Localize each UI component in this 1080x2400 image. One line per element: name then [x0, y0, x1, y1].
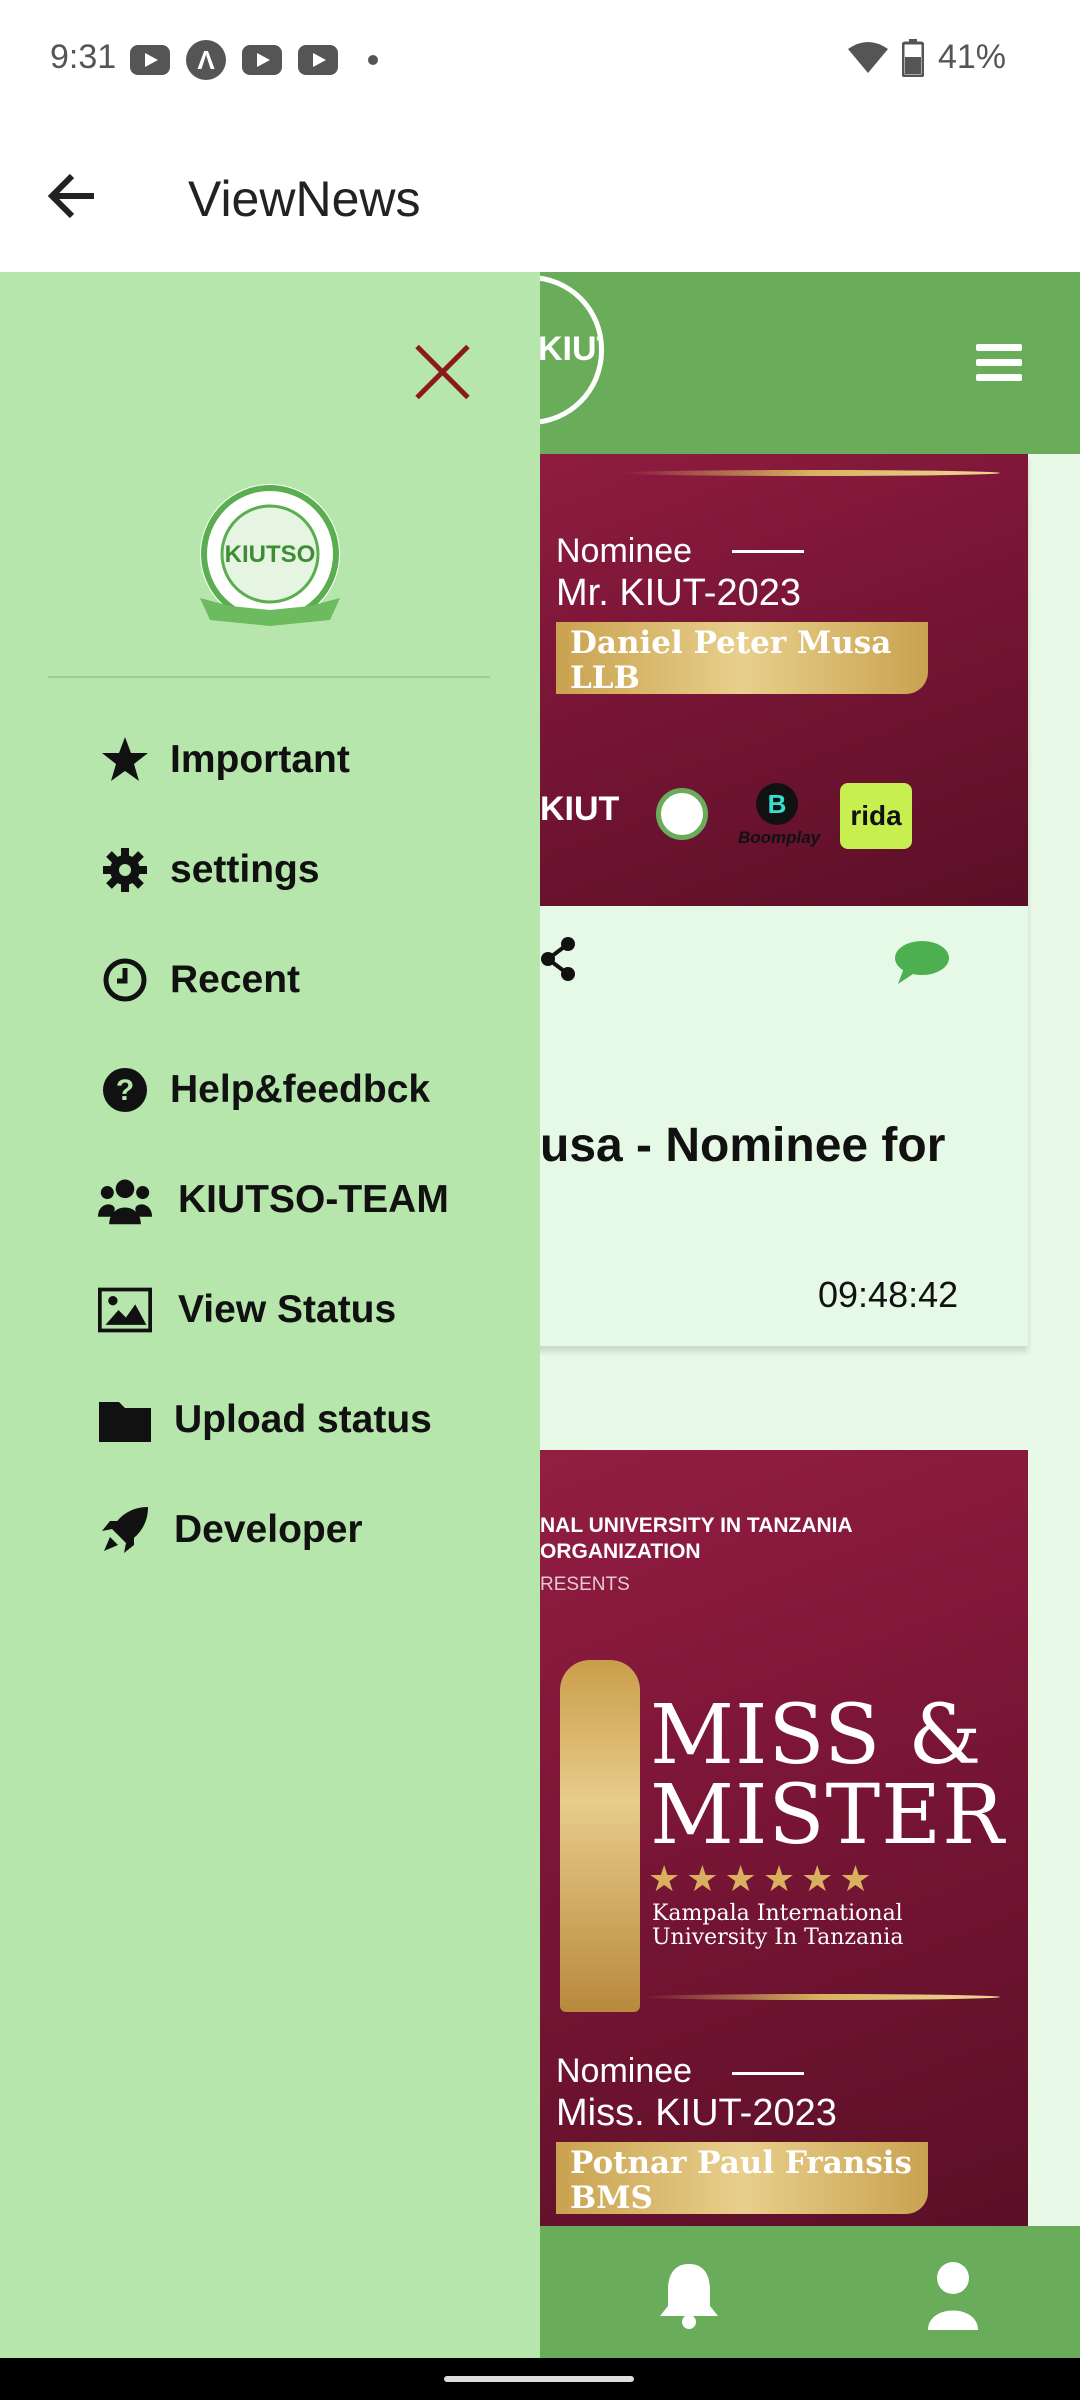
- news-headline[interactable]: usa - Nominee for: [540, 1118, 945, 1173]
- poster-stars: ★★★★★★: [648, 1858, 878, 1899]
- sponsor-rida: rida: [840, 783, 912, 849]
- battery-percent: 41%: [937, 38, 1006, 76]
- poster-org-line: NAL UNIVERSITY IN TANZANIA: [540, 1514, 853, 1537]
- boomplay-logo-icon: B: [756, 783, 798, 825]
- drawer-item-developer[interactable]: Developer: [98, 1500, 363, 1560]
- close-icon[interactable]: [412, 342, 472, 402]
- battery-icon: [901, 38, 924, 77]
- status-bar: 9:31 Λ 41%: [0, 0, 1080, 120]
- comment-icon[interactable]: [894, 940, 950, 986]
- drawer-item-team[interactable]: KIUTSO-TEAM: [98, 1170, 449, 1230]
- help-icon: ?: [98, 1063, 152, 1117]
- poster-nominee: Nominee: [556, 532, 693, 570]
- svg-text:?: ?: [116, 1074, 134, 1107]
- poster-presents: RESENTS: [540, 1574, 630, 1595]
- gear-icon: [98, 843, 152, 897]
- drawer-item-label: settings: [170, 848, 320, 891]
- sponsor-kiutso-badge: [656, 788, 708, 840]
- wifi-icon: [847, 41, 888, 73]
- folder-icon: [98, 1393, 152, 1447]
- android-auto-icon: Λ: [186, 40, 226, 80]
- poster-title: Mr. KIUT-2023: [556, 572, 801, 614]
- drawer-item-label: View Status: [178, 1288, 397, 1331]
- drawer-item-important[interactable]: Important: [98, 730, 350, 790]
- drawer-item-label: Upload status: [174, 1398, 432, 1441]
- youtube-icon: [242, 45, 282, 75]
- clock-icon: [98, 953, 152, 1007]
- news-time: 09:48:42: [818, 1274, 959, 1315]
- sponsor-kiut: KIUT: [540, 790, 620, 828]
- home-handle[interactable]: [444, 2376, 634, 2382]
- drawer-item-settings[interactable]: settings: [98, 840, 320, 900]
- image-icon: [98, 1283, 152, 1337]
- share-icon[interactable]: [540, 936, 576, 982]
- dot-icon: [368, 55, 378, 65]
- kiutso-logo: KIUTSO: [200, 484, 340, 626]
- youtube-icon: [298, 45, 338, 75]
- drawer-item-help[interactable]: ? Help&feedbck: [98, 1060, 430, 1120]
- arrow-left-icon[interactable]: [44, 168, 104, 224]
- person-icon[interactable]: [926, 2260, 980, 2330]
- sponsor-boomplay: Boomplay: [738, 828, 821, 847]
- poster-nominee: Nominee: [556, 2052, 693, 2090]
- drawer-item-label: Developer: [174, 1508, 363, 1551]
- svg-text:KIUTSO: KIUTSO: [225, 541, 316, 568]
- star-icon: [98, 733, 152, 787]
- bell-icon[interactable]: [656, 2260, 722, 2330]
- status-time: 9:31: [50, 38, 117, 76]
- youtube-icon: [130, 45, 170, 75]
- drawer-item-label: Important: [170, 738, 350, 781]
- app-bar: ViewNews: [0, 120, 1080, 272]
- drawer-item-label: Recent: [170, 958, 301, 1001]
- drawer-item-upload-status[interactable]: Upload status: [98, 1390, 432, 1450]
- drawer-divider: [48, 676, 490, 678]
- poster-title: Miss. KIUT-2023: [556, 2092, 837, 2134]
- rocket-icon: [98, 1503, 152, 1557]
- page-title: ViewNews: [188, 171, 421, 227]
- notification-icons: Λ: [130, 40, 378, 80]
- system-icons: 41%: [847, 38, 1006, 77]
- poster-name-box: Daniel Peter Musa LLB: [556, 622, 928, 696]
- drawer-item-recent[interactable]: Recent: [98, 950, 300, 1010]
- drawer-item-label: KIUTSO-TEAM: [178, 1178, 449, 1221]
- poster-brand: MISS & MISTER: [650, 1688, 1005, 1863]
- hamburger-menu-icon[interactable]: [976, 344, 1022, 382]
- poster-org-line: ORGANIZATION: [540, 1540, 701, 1563]
- poster-silhouette: [560, 1660, 640, 2012]
- group-icon: [98, 1173, 152, 1227]
- poster-name-box: Potnar Paul Fransis BMS: [556, 2142, 928, 2216]
- screen: 9:31 Λ 41% ViewNews KIUTSO Nominee Mr. K…: [0, 0, 1080, 2400]
- drawer-item-view-status[interactable]: View Status: [98, 1280, 396, 1340]
- poster-university: Kampala International University In Tanz…: [652, 1901, 904, 1950]
- drawer-item-label: Help&feedbck: [170, 1068, 431, 1111]
